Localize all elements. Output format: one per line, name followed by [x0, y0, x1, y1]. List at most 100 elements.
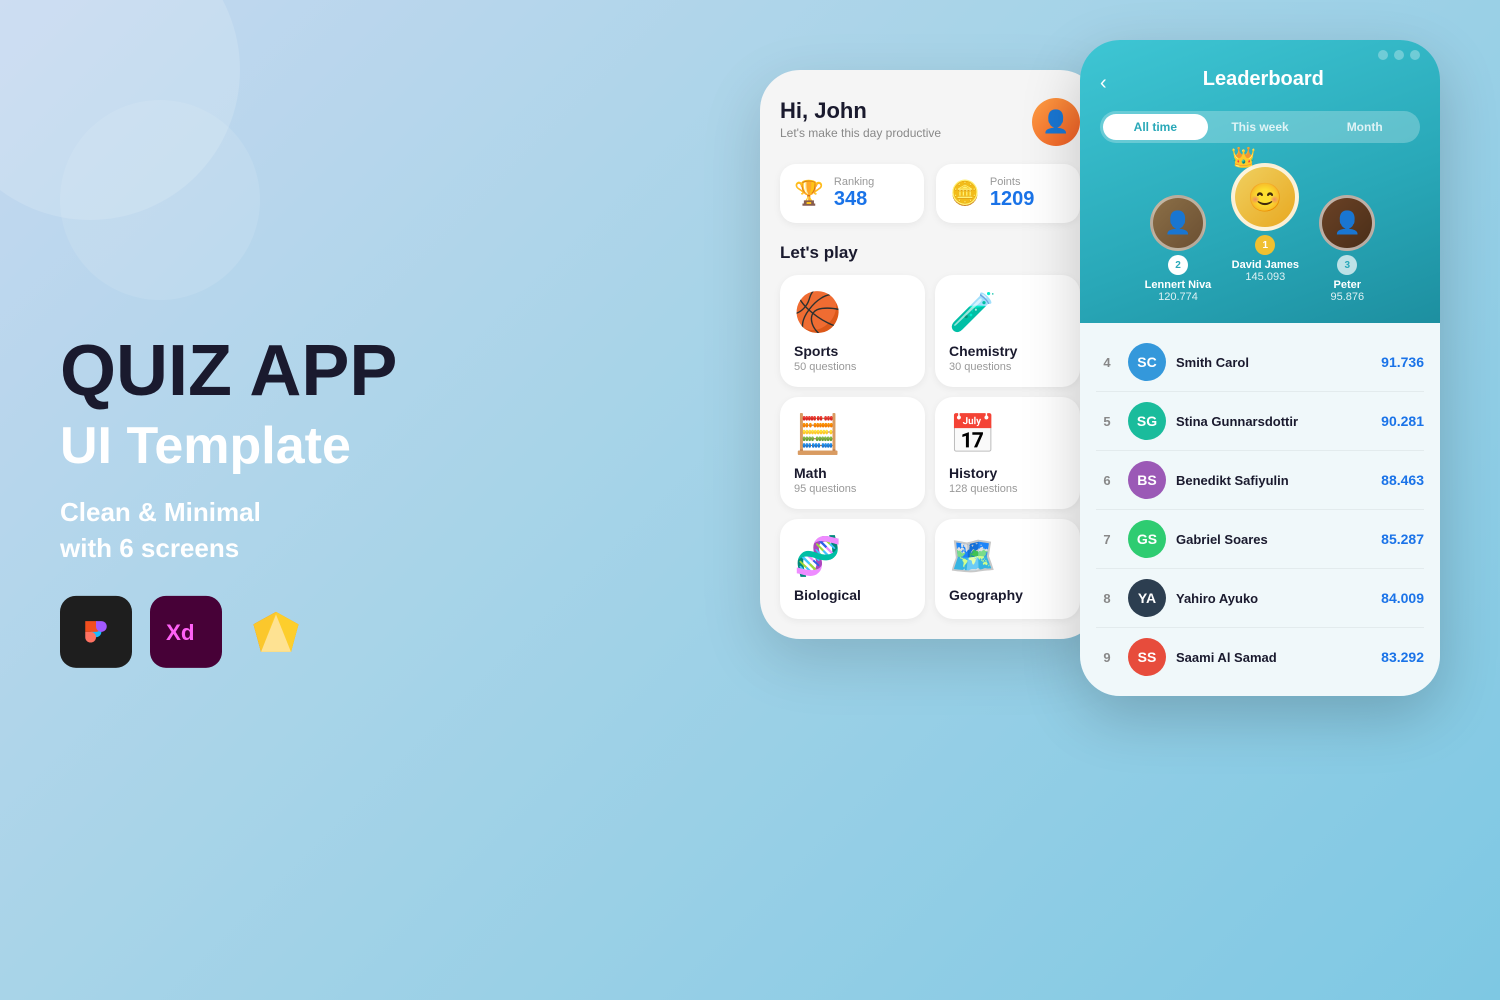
left-section: QUIZ APP UI Template Clean & Minimal wit…: [60, 332, 460, 668]
leaderboard-list: 4 SC Smith Carol 91.736 5 SG Stina Gunna…: [1080, 323, 1440, 696]
phone-header: Hi, John Let's make this day productive …: [780, 98, 1080, 146]
rank-6: 6: [1096, 473, 1118, 488]
history-questions: 128 questions: [949, 483, 1066, 495]
ranking-label: Ranking: [834, 176, 874, 188]
greeting-text: Hi, John: [780, 98, 941, 124]
points-label: Points: [990, 176, 1035, 188]
name-stina: Stina Gunnarsdottir: [1176, 414, 1381, 429]
geography-name: Geography: [949, 587, 1066, 603]
category-biological[interactable]: 🧬 Biological: [780, 519, 925, 619]
bg-decoration-circle-2: [60, 100, 260, 300]
geography-icon: 🗺️: [949, 535, 1066, 579]
score-benedikt: 88.463: [1381, 472, 1424, 488]
phones-container: Hi, John Let's make this day productive …: [760, 40, 1440, 696]
avatar-lennert: 👤: [1150, 195, 1206, 251]
time-filter-tabs: All time This week Month: [1100, 111, 1420, 143]
ranking-value: 348: [834, 188, 874, 211]
rank-4: 4: [1096, 355, 1118, 370]
first-place-avatar-wrapper: 👑 😊: [1231, 163, 1299, 231]
score-lennert: 120.774: [1158, 291, 1198, 303]
avatar-gabriel: GS: [1128, 520, 1166, 558]
rank-8: 8: [1096, 591, 1118, 606]
lb-row-6[interactable]: 6 BS Benedikt Safiyulin 88.463: [1096, 451, 1424, 510]
leaderboard-header: ‹ Leaderboard All time This week Month 👤: [1080, 40, 1440, 323]
score-david: 145.093: [1245, 271, 1285, 283]
dot-3: [1410, 50, 1420, 60]
description: Clean & Minimal with 6 screens: [60, 493, 460, 566]
rank-1-badge: 1: [1255, 235, 1275, 255]
name-lennert: Lennert Niva: [1145, 279, 1212, 291]
header-text: Hi, John Let's make this day productive: [780, 98, 941, 140]
coin-icon: 🪙: [950, 179, 980, 208]
score-saami: 83.292: [1381, 649, 1424, 665]
history-icon: 📅: [949, 413, 1066, 457]
ranking-info: Ranking 348: [834, 176, 874, 211]
points-card: 🪙 Points 1209: [936, 164, 1080, 223]
sub-title: UI Template: [60, 415, 460, 477]
avatar-saami: SS: [1128, 638, 1166, 676]
main-title: QUIZ APP: [60, 332, 460, 411]
sketch-icon: [240, 596, 312, 668]
desc-line1: Clean & Minimal: [60, 496, 261, 526]
stats-row: 🏆 Ranking 348 🪙 Points 1209: [780, 164, 1080, 223]
figma-icon: [60, 596, 132, 668]
rank-7: 7: [1096, 532, 1118, 547]
score-smith: 91.736: [1381, 354, 1424, 370]
avatar-yahiro: YA: [1128, 579, 1166, 617]
lb-row-4[interactable]: 4 SC Smith Carol 91.736: [1096, 333, 1424, 392]
podium-3rd: 👤 3 Peter 95.876: [1319, 195, 1375, 303]
history-name: History: [949, 465, 1066, 481]
score-stina: 90.281: [1381, 413, 1424, 429]
user-avatar: 👤: [1032, 98, 1080, 146]
name-benedikt: Benedikt Safiyulin: [1176, 473, 1381, 488]
points-info: Points 1209: [990, 176, 1035, 211]
header-dots: [1378, 50, 1420, 60]
sports-name: Sports: [794, 343, 911, 359]
avatar-david: 😊: [1231, 163, 1299, 231]
quiz-categories-grid: 🏀 Sports 50 questions 🧪 Chemistry 30 que…: [780, 275, 1080, 619]
biology-icon: 🧬: [794, 535, 911, 579]
chemistry-icon: 🧪: [949, 291, 1066, 335]
dot-2: [1394, 50, 1404, 60]
dot-1: [1378, 50, 1388, 60]
avatar-benedikt: BS: [1128, 461, 1166, 499]
greeting-subtitle: Let's make this day productive: [780, 126, 941, 140]
lb-row-7[interactable]: 7 GS Gabriel Soares 85.287: [1096, 510, 1424, 569]
desc-line2: with 6 screens: [60, 533, 239, 563]
category-chemistry[interactable]: 🧪 Chemistry 30 questions: [935, 275, 1080, 387]
tab-all-time[interactable]: All time: [1103, 114, 1208, 140]
avatar-stina: SG: [1128, 402, 1166, 440]
name-saami: Saami Al Samad: [1176, 650, 1381, 665]
lb-row-8[interactable]: 8 YA Yahiro Ayuko 84.009: [1096, 569, 1424, 628]
ranking-card: 🏆 Ranking 348: [780, 164, 924, 223]
rank-9: 9: [1096, 650, 1118, 665]
name-smith: Smith Carol: [1176, 355, 1381, 370]
score-yahiro: 84.009: [1381, 590, 1424, 606]
sports-icon: 🏀: [794, 291, 911, 335]
tool-icons-row: Xd: [60, 596, 460, 668]
category-geography[interactable]: 🗺️ Geography: [935, 519, 1080, 619]
podium: 👤 2 Lennert Niva 120.774 👑 😊 1 Davi: [1100, 163, 1420, 323]
chemistry-name: Chemistry: [949, 343, 1066, 359]
lb-row-5[interactable]: 5 SG Stina Gunnarsdottir 90.281: [1096, 392, 1424, 451]
podium-2nd: 👤 2 Lennert Niva 120.774: [1145, 195, 1212, 303]
lb-row-9[interactable]: 9 SS Saami Al Samad 83.292: [1096, 628, 1424, 686]
biology-name: Biological: [794, 587, 911, 603]
name-david: David James: [1232, 259, 1299, 271]
category-math[interactable]: 🧮 Math 95 questions: [780, 397, 925, 509]
name-peter: Peter: [1334, 279, 1362, 291]
leaderboard-title: Leaderboard: [1107, 68, 1420, 91]
category-history[interactable]: 📅 History 128 questions: [935, 397, 1080, 509]
phone-leaderboard: ‹ Leaderboard All time This week Month 👤: [1080, 40, 1440, 696]
back-button[interactable]: ‹: [1100, 72, 1107, 95]
math-icon: 🧮: [794, 413, 911, 457]
name-gabriel: Gabriel Soares: [1176, 532, 1381, 547]
trophy-icon: 🏆: [794, 179, 824, 208]
tab-month[interactable]: Month: [1312, 114, 1417, 140]
xd-icon: Xd: [150, 596, 222, 668]
rank-2-badge: 2: [1168, 255, 1188, 275]
category-sports[interactable]: 🏀 Sports 50 questions: [780, 275, 925, 387]
rank-3-badge: 3: [1337, 255, 1357, 275]
tab-this-week[interactable]: This week: [1208, 114, 1313, 140]
score-peter: 95.876: [1330, 291, 1364, 303]
